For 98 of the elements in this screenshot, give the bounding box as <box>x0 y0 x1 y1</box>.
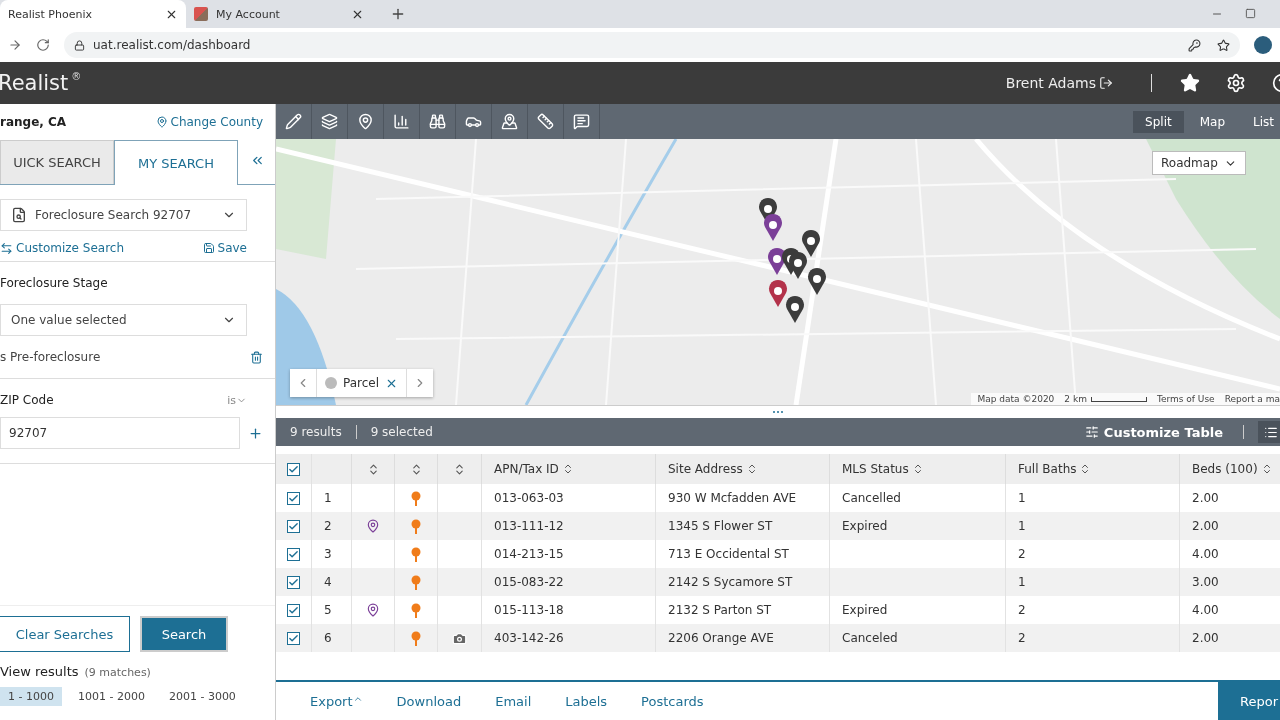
row-number: 6 <box>312 624 352 652</box>
map-scale: 2 km <box>1064 394 1147 404</box>
user-link[interactable]: Brent Adams <box>1005 75 1113 91</box>
filter-value: s Pre-foreclosure <box>0 350 101 364</box>
view-results-label: View results <box>0 664 79 679</box>
check-icon <box>288 632 299 644</box>
view-toggle[interactable]: List <box>1241 110 1280 133</box>
pushpin-icon <box>411 518 421 534</box>
check-icon <box>288 548 299 560</box>
delete-icon[interactable] <box>250 350 263 364</box>
list-view-button[interactable] <box>1258 421 1280 443</box>
save-link[interactable]: Save <box>202 241 247 255</box>
filter-label: Foreclosure Stage <box>0 276 109 290</box>
reload-icon[interactable] <box>36 38 50 52</box>
swap-arrows-icon <box>0 241 13 255</box>
check-icon <box>288 604 299 616</box>
favorites-icon[interactable] <box>1180 73 1200 93</box>
table-cell: 2.00 <box>1180 624 1280 652</box>
address-bar[interactable]: uat.realist.com/dashboard <box>64 32 1240 58</box>
pushpin-icon <box>411 546 421 562</box>
pushpin-icon <box>411 602 421 618</box>
match-count: (9 matches) <box>84 666 151 679</box>
sort-icon[interactable] <box>453 462 466 476</box>
map-attribution: Map data ©2020 <box>977 394 1055 404</box>
filter-label: ZIP Code <box>0 393 54 407</box>
save-icon <box>202 242 215 254</box>
layer-dot <box>325 377 337 389</box>
check-icon <box>288 463 299 475</box>
filter-select[interactable]: One value selected <box>0 304 247 336</box>
site-icon <box>194 7 208 21</box>
app-logo: Realist® <box>0 71 82 95</box>
logout-icon <box>1099 76 1113 90</box>
table-cell: 403-142-26 <box>482 624 656 652</box>
ruler-icon[interactable] <box>537 113 554 130</box>
forward-icon[interactable] <box>8 38 22 52</box>
comment-icon[interactable] <box>573 113 590 130</box>
settings-icon[interactable] <box>1226 73 1246 93</box>
row-checkbox[interactable] <box>287 603 300 617</box>
terms-link[interactable]: Terms of Use <box>1156 394 1215 404</box>
check-icon <box>288 576 299 588</box>
browser-tab[interactable]: Realist Phoenix <box>0 0 186 28</box>
pin-icon <box>155 116 168 128</box>
pushpin-icon <box>411 630 421 646</box>
lock-icon <box>74 39 85 51</box>
check-icon <box>288 520 299 532</box>
search-tab[interactable]: MY SEARCH <box>114 140 238 185</box>
search-tab[interactable]: UICK SEARCH <box>0 140 114 184</box>
view-toggle[interactable]: Map <box>1187 110 1237 133</box>
row-checkbox[interactable] <box>287 519 300 533</box>
search-button[interactable]: Search <box>140 616 228 652</box>
table-cell: 2206 Orange AVE <box>656 624 830 652</box>
row-checkbox[interactable] <box>287 547 300 561</box>
pin-icon[interactable] <box>357 113 374 130</box>
new-tab-icon[interactable] <box>390 6 406 22</box>
selected-count: 9 selected <box>370 425 433 439</box>
sliders-icon <box>1084 425 1099 439</box>
key-icon[interactable] <box>1188 38 1201 52</box>
layers-icon[interactable] <box>321 113 338 130</box>
camera-icon <box>452 630 467 646</box>
report-link[interactable]: Report a ma <box>1224 394 1280 404</box>
report-button[interactable]: Repor <box>1218 681 1280 720</box>
pin-icon <box>366 603 380 617</box>
chart-icon[interactable] <box>393 113 410 130</box>
county-name: range, CA <box>0 115 67 129</box>
customize-table-button[interactable]: Customize Table <box>1078 423 1229 441</box>
drag-handle-icon[interactable] <box>772 410 784 414</box>
document-search-icon <box>11 207 27 223</box>
page-range[interactable]: 1001 - 2000 <box>69 687 153 706</box>
check-icon <box>288 492 299 504</box>
star-icon[interactable] <box>1217 38 1230 52</box>
add-icon[interactable] <box>248 425 263 441</box>
binoculars-icon[interactable] <box>429 113 446 130</box>
page-range[interactable]: 1 - 1000 <box>0 687 62 706</box>
browser-tab[interactable]: My Account <box>186 0 372 28</box>
row-checkbox[interactable] <box>287 575 300 589</box>
profile-avatar[interactable] <box>1254 36 1272 54</box>
change-county-link[interactable]: Change County <box>155 115 263 129</box>
result-count: 9 results <box>290 425 342 439</box>
pushpin-icon <box>411 574 421 590</box>
select-all-checkbox[interactable] <box>287 462 300 476</box>
map-type-select[interactable]: Roadmap <box>1152 151 1246 175</box>
row-checkbox[interactable] <box>287 631 300 645</box>
table-cell: Canceled <box>830 624 1006 652</box>
pushpin-icon <box>411 490 421 506</box>
page-range[interactable]: 2001 - 3000 <box>160 687 244 706</box>
zip-input[interactable]: 92707 <box>0 417 240 449</box>
customize-search-link[interactable]: Customize Search <box>0 241 125 255</box>
row-checkbox[interactable] <box>287 491 300 505</box>
pencil-icon[interactable] <box>285 113 302 130</box>
table-cell: 2 <box>1006 624 1180 652</box>
view-toggle[interactable]: Split <box>1133 110 1184 133</box>
operator-select[interactable]: is <box>227 393 247 407</box>
pin-icon <box>366 519 380 533</box>
map-icon[interactable] <box>501 113 518 130</box>
layer-name: Parcel <box>343 376 380 390</box>
maximize-icon[interactable] <box>1245 8 1256 19</box>
clear-searches-button[interactable]: Clear Searches <box>0 616 130 652</box>
saved-search-select[interactable]: Foreclosure Search 92707 <box>0 199 247 231</box>
